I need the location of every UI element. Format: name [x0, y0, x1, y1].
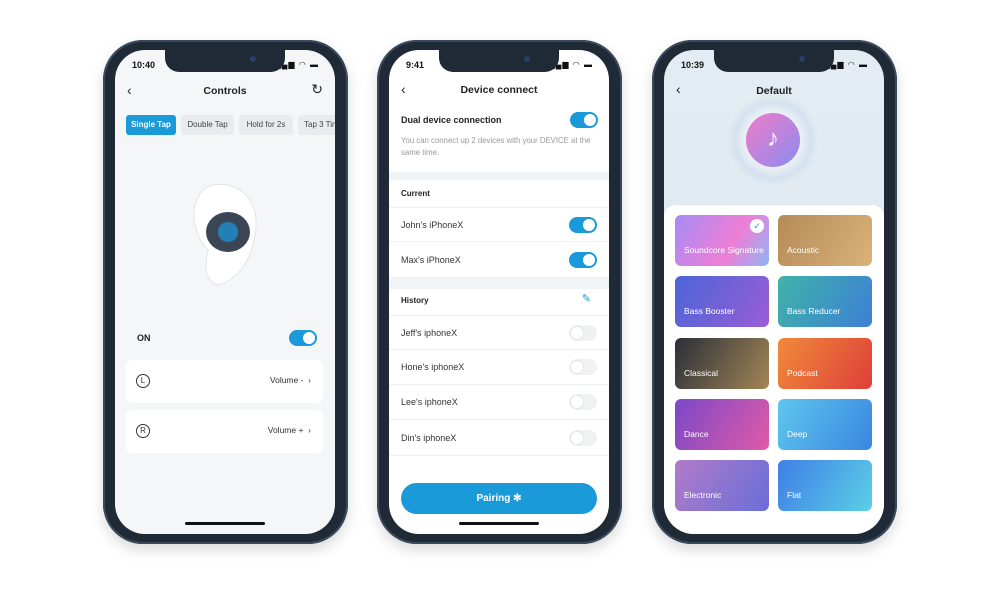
preset-electronic[interactable]: Electronic	[675, 460, 769, 511]
ear-earbud-image	[183, 180, 263, 290]
divider	[389, 172, 609, 180]
notch	[439, 50, 559, 72]
status-time: 10:39	[681, 60, 705, 70]
right-value: Volume + ›	[267, 425, 311, 435]
history-device-row[interactable]: Jeff's iphoneX	[389, 315, 609, 350]
device-toggle[interactable]	[569, 430, 597, 446]
edit-icon[interactable]: ✎	[582, 292, 591, 305]
spinner-icon: ✻	[513, 493, 522, 504]
status-time: 9:41	[406, 60, 425, 70]
preset-acoustic[interactable]: Acoustic	[778, 215, 872, 266]
check-icon: ✓	[750, 219, 764, 233]
device-toggle[interactable]	[569, 325, 597, 341]
preset-deep[interactable]: Deep	[778, 399, 872, 450]
notch	[714, 50, 834, 72]
right-control-card[interactable]: R Volume + ›	[126, 410, 323, 453]
tab-single-tap[interactable]: Single Tap	[126, 115, 176, 135]
on-label: ON	[137, 333, 151, 343]
current-label: Current	[401, 189, 430, 198]
phone-controls: 10:40 ▂▄▆ ◠ ▬ ‹ Controls ↻ Single Tap Do…	[103, 40, 348, 544]
dual-label: Dual device connection	[401, 115, 502, 125]
current-device-row[interactable]: John's iPhoneX	[389, 207, 609, 242]
pairing-button[interactable]: Pairing ✻	[401, 483, 597, 514]
tab-hold-2s[interactable]: Hold for 2s	[239, 115, 293, 135]
tab-double-tap[interactable]: Double Tap	[181, 115, 234, 135]
right-badge: R	[136, 424, 150, 438]
device-toggle[interactable]	[569, 217, 597, 233]
preset-dance[interactable]: Dance	[675, 399, 769, 450]
current-device-row[interactable]: Max's iPhoneX	[389, 243, 609, 278]
left-value: Volume - ›	[269, 375, 311, 385]
history-device-row[interactable]: Hone's iphoneX	[389, 350, 609, 385]
history-device-row[interactable]: Din's iphoneX	[389, 421, 609, 456]
tab-tap-3-times[interactable]: Tap 3 Times	[298, 115, 335, 135]
left-control-card[interactable]: L Volume - ›	[126, 360, 323, 403]
page-title: Device connect	[460, 84, 538, 96]
reset-icon[interactable]: ↻	[311, 81, 323, 98]
phone-device-connect: 9:41 ▂▄▆ ◠ ▬ ‹ Device connect Dual devic…	[377, 40, 622, 544]
phone-eq: 10:39 ▂▄▆ ◠ ▬ ‹ Default ♪ Soundcore Sign…	[652, 40, 897, 544]
history-device-row[interactable]: Lee's iphoneX	[389, 385, 609, 420]
dual-toggle[interactable]	[570, 112, 598, 128]
preset-flat[interactable]: Flat	[778, 460, 872, 511]
device-toggle[interactable]	[569, 394, 597, 410]
soundcore-logo-icon: ♪	[746, 113, 800, 167]
preset-bass-reducer[interactable]: Bass Reducer	[778, 276, 872, 327]
left-badge: L	[136, 374, 150, 388]
preset-soundcore-signature[interactable]: Soundcore Signature ✓	[675, 215, 769, 266]
home-indicator	[185, 522, 265, 525]
divider	[389, 278, 609, 289]
page-title: Controls	[203, 85, 247, 97]
home-indicator	[459, 522, 539, 525]
preset-bass-booster[interactable]: Bass Booster	[675, 276, 769, 327]
preset-classical[interactable]: Classical	[675, 338, 769, 389]
notch	[165, 50, 285, 72]
history-label: History	[401, 296, 429, 305]
preset-podcast[interactable]: Podcast	[778, 338, 872, 389]
device-toggle[interactable]	[569, 252, 597, 268]
status-time: 10:40	[132, 60, 156, 70]
on-toggle[interactable]	[289, 330, 317, 346]
device-toggle[interactable]	[569, 359, 597, 375]
dual-description: You can connect up 2 devices with your D…	[401, 136, 591, 157]
